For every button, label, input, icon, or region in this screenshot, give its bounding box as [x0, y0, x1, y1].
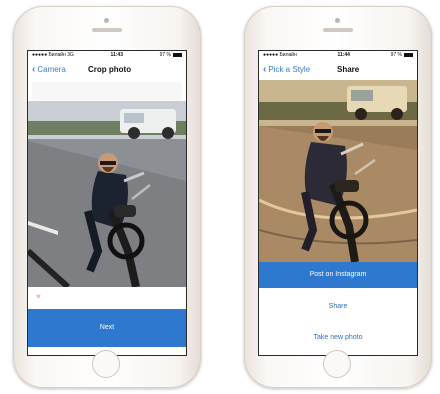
phone-right: ●●●●● Билайн 11:44 97 % ‹ Pick a Style Sh…: [244, 6, 432, 388]
page-title: Crop photo: [88, 65, 132, 74]
next-button[interactable]: Next: [28, 309, 186, 347]
front-camera: [104, 18, 109, 23]
crop-photo-image[interactable]: [28, 101, 186, 287]
clock: 11:44: [337, 52, 350, 58]
earpiece-speaker: [323, 28, 353, 32]
chevron-left-icon: ‹: [263, 64, 267, 75]
battery-icon: [172, 52, 182, 57]
status-bar: ●●●●● Билайн 11:44 97 %: [259, 51, 417, 60]
back-label: Camera: [37, 65, 66, 74]
back-label: Pick a Style: [268, 65, 311, 74]
styled-photo-image: [259, 80, 417, 262]
share-button[interactable]: Share: [259, 294, 417, 320]
phone-left: ●●●●● Билайн 3G 11:43 97 % ‹ Camera Crop …: [13, 6, 201, 388]
carrier-label: ●●●●● Билайн: [263, 52, 297, 58]
navigation-bar: ‹ Camera Crop photo: [28, 60, 186, 80]
back-button[interactable]: ‹ Camera: [32, 60, 66, 80]
screen-crop-photo: ●●●●● Билайн 3G 11:43 97 % ‹ Camera Crop …: [27, 50, 187, 356]
front-camera: [335, 18, 340, 23]
background-overlay: [32, 82, 182, 100]
battery-icon: [404, 52, 413, 57]
back-button[interactable]: ‹ Pick a Style: [263, 60, 310, 80]
status-bar: ●●●●● Билайн 3G 11:43 97 %: [28, 51, 186, 60]
post-on-instagram-button[interactable]: Post on Instagram: [259, 262, 417, 288]
page-title: Share: [337, 65, 360, 74]
battery-indicator: 97 %: [160, 51, 182, 60]
screen-share: ●●●●● Билайн 11:44 97 % ‹ Pick a Style Sh…: [258, 50, 418, 356]
take-new-photo-button[interactable]: Take new photo: [259, 325, 417, 351]
navigation-bar: ‹ Pick a Style Share: [259, 60, 417, 80]
carrier-label: ●●●●● Билайн 3G: [32, 52, 74, 58]
home-button[interactable]: [92, 350, 120, 378]
battery-percent: 97 %: [390, 52, 402, 58]
clock: 11:43: [110, 52, 123, 58]
home-button[interactable]: [323, 350, 351, 378]
heart-icon[interactable]: ♥: [36, 293, 44, 301]
battery-indicator: 97 %: [391, 51, 413, 60]
chevron-left-icon: ‹: [32, 64, 36, 75]
earpiece-speaker: [92, 28, 122, 32]
battery-percent: 97 %: [159, 52, 171, 58]
